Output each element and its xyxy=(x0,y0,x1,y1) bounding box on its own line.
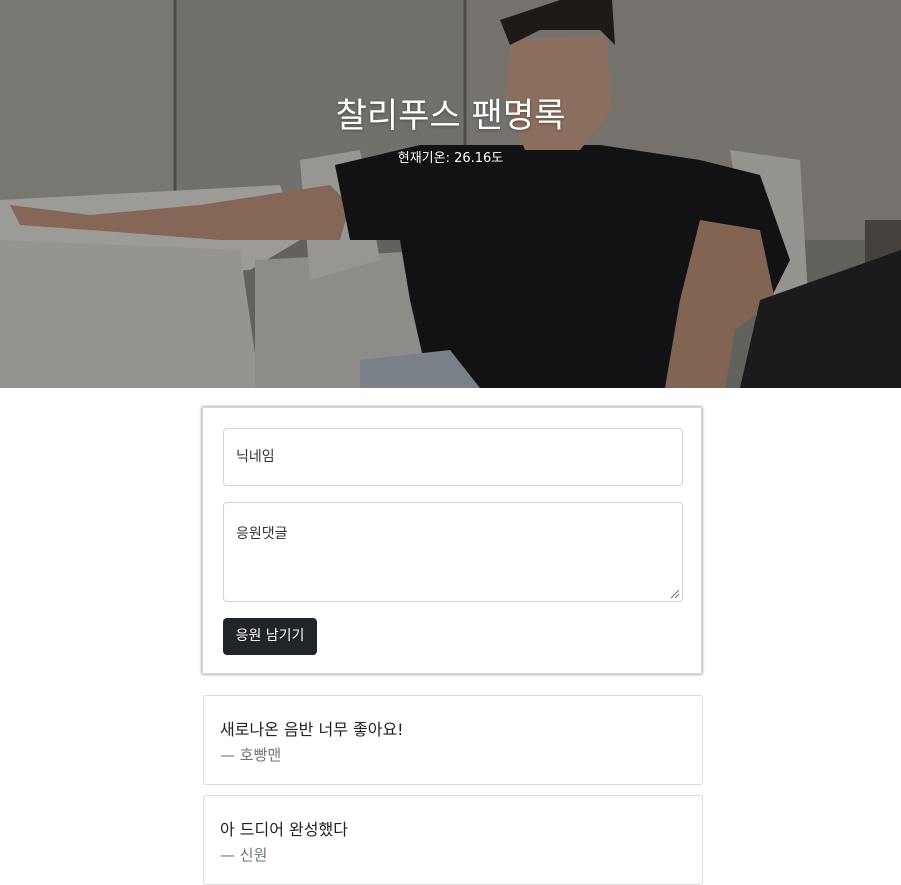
weather-text: 현재기온: 26.16도 xyxy=(397,151,504,166)
resize-handle[interactable] xyxy=(671,590,679,598)
submit-button[interactable]: 응원 남기기 xyxy=(223,618,317,655)
comment-text: 새로나온 음반 너무 좋아요! xyxy=(220,720,404,739)
comment-textarea[interactable]: 응원댓글 xyxy=(223,502,683,602)
comment-author: — 신원 xyxy=(220,846,268,864)
comment-text: 아 드디어 완성했다 xyxy=(220,820,348,839)
hero-banner: 찰리푸스 팬명록 현재기온: 26.16도 xyxy=(0,0,901,388)
comment-form: 닉네임 응원댓글 응원 남기기 xyxy=(202,407,702,674)
comment-card: 새로나온 음반 너무 좋아요! — 호빵맨 xyxy=(203,695,703,785)
page-title: 찰리푸스 팬명록 xyxy=(335,96,566,136)
comment-author: — 호빵맨 xyxy=(220,746,282,764)
comment-card: 아 드디어 완성했다 — 신원 xyxy=(203,795,703,885)
hero-overlay xyxy=(0,0,901,388)
nickname-input[interactable]: 닉네임 xyxy=(223,428,683,486)
comment-placeholder: 응원댓글 xyxy=(236,526,288,542)
